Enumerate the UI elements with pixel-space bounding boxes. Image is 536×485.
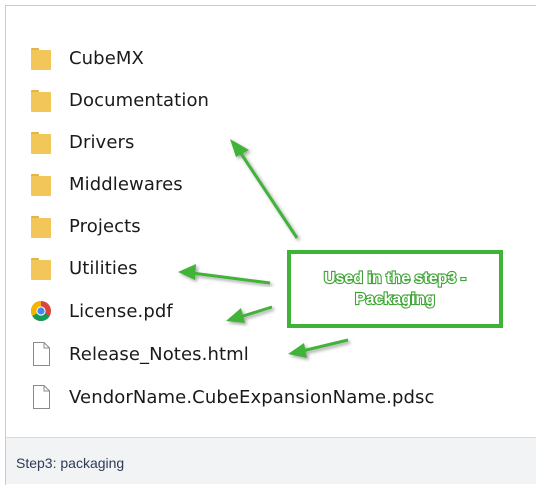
folder-icon [31, 130, 51, 154]
file-row-projects[interactable]: Projects [31, 208, 511, 244]
caption-text: Step3: packaging [16, 455, 125, 471]
file-row-documentation[interactable]: Documentation [31, 82, 511, 118]
file-row-pdsc[interactable]: VendorName.CubeExpansionName.pdsc [31, 379, 511, 415]
folder-icon [31, 88, 51, 112]
chrome-pdf-icon [31, 299, 51, 323]
file-name: Middlewares [69, 173, 183, 195]
file-row-utilities[interactable]: Utilities [31, 250, 511, 286]
file-name: License.pdf [69, 300, 173, 322]
file-row-drivers[interactable]: Drivers [31, 124, 511, 160]
folder-icon [31, 256, 51, 280]
document-icon [31, 342, 51, 366]
file-name: VendorName.CubeExpansionName.pdsc [69, 386, 435, 408]
file-row-license[interactable]: License.pdf [31, 293, 511, 329]
file-name: Documentation [69, 89, 210, 111]
figure-caption: Step3: packaging [6, 437, 536, 484]
file-name: Projects [69, 215, 141, 237]
folder-icon [31, 172, 51, 196]
file-name: Drivers [69, 131, 135, 153]
document-icon [31, 385, 51, 409]
file-row-release-notes[interactable]: Release_Notes.html [31, 336, 511, 372]
folder-icon [31, 46, 51, 70]
file-name: Utilities [69, 257, 138, 279]
folder-icon [31, 214, 51, 238]
file-row-middlewares[interactable]: Middlewares [31, 166, 511, 202]
file-name: Release_Notes.html [69, 343, 249, 365]
file-name: CubeMX [69, 47, 144, 69]
file-row-cubemx[interactable]: CubeMX [31, 40, 511, 76]
